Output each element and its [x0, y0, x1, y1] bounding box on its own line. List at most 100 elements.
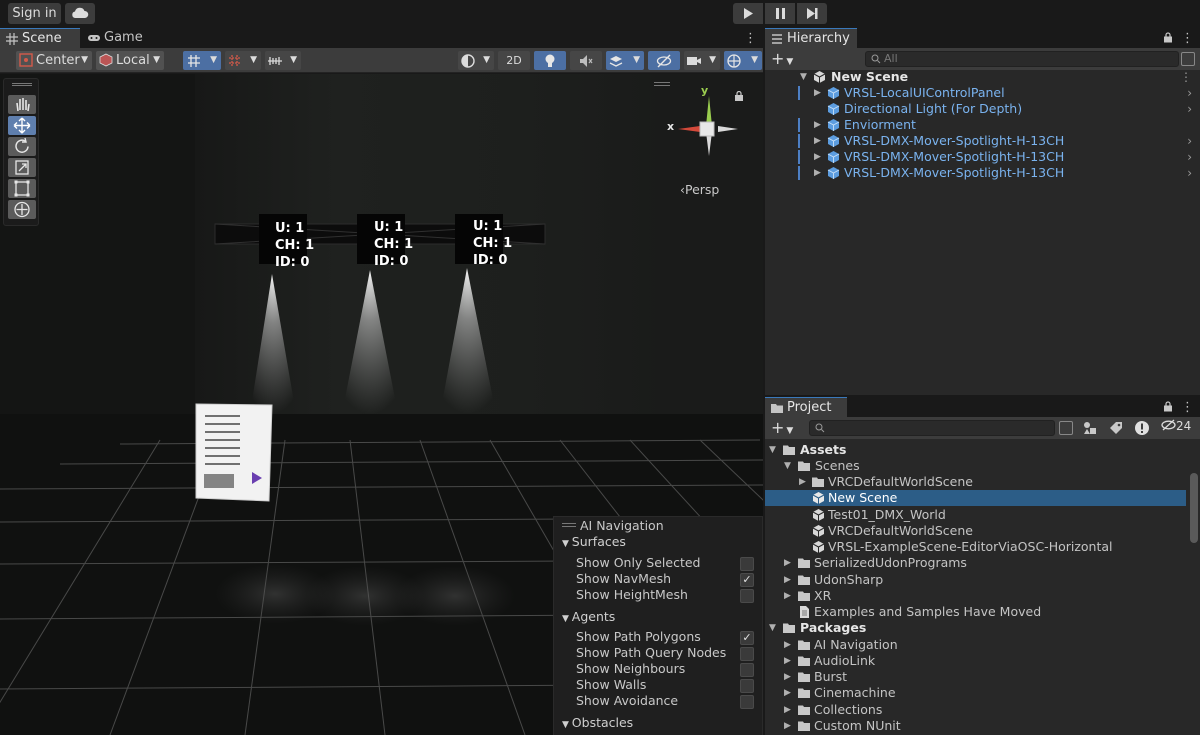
overlay-drag-handle[interactable]	[654, 82, 670, 86]
unity-scene-icon	[812, 509, 825, 521]
filter-by-type-icon[interactable]	[1083, 421, 1097, 438]
pivot-dropdown[interactable]: Center ▼	[16, 51, 92, 70]
gamepad-icon	[88, 35, 100, 41]
scene-visibility-toggle[interactable]	[648, 51, 680, 70]
rect-tool-button[interactable]	[8, 179, 36, 198]
shading-mode-dropdown[interactable]: ▼	[458, 51, 494, 70]
chevron-right-icon[interactable]: ›	[1187, 149, 1192, 165]
cloud-button[interactable]	[65, 3, 95, 24]
show-avoidance-checkbox[interactable]	[740, 695, 754, 709]
hierarchy-search-input[interactable]: All	[865, 51, 1179, 67]
tree-item-document[interactable]: Examples and Samples Have Moved	[765, 604, 1200, 620]
more-options-icon[interactable]: ⋮	[1180, 69, 1192, 85]
scale-tool-button[interactable]	[8, 158, 36, 177]
2d-mode-toggle[interactable]: 2D	[498, 51, 530, 70]
tree-item-folder[interactable]: ▶ SerializedUdonPrograms	[765, 555, 1200, 571]
lighting-toggle[interactable]	[534, 51, 566, 70]
chevron-right-icon[interactable]: ›	[1187, 85, 1192, 101]
hierarchy-item[interactable]: ▶ VRSL-DMX-Mover-Spotlight-H-13CH ›	[765, 165, 1200, 181]
more-options-icon[interactable]: ⋮	[744, 31, 757, 46]
tab-hierarchy[interactable]: Hierarchy	[765, 28, 857, 48]
create-button[interactable]: + ▼	[771, 418, 793, 437]
audio-toggle[interactable]	[570, 51, 602, 70]
show-neighbours-label: Show Neighbours	[576, 661, 686, 676]
show-walls-checkbox[interactable]	[740, 679, 754, 693]
hierarchy-item[interactable]: ▶ VRSL-DMX-Mover-Spotlight-H-13CH ›	[765, 149, 1200, 165]
drag-handle[interactable]	[12, 83, 32, 86]
show-navmesh-checkbox[interactable]: ✓	[740, 573, 754, 587]
lock-icon[interactable]	[1163, 401, 1173, 415]
effects-dropdown[interactable]: ▼	[606, 51, 644, 70]
tree-item-assets[interactable]: ▼ Assets	[765, 442, 1200, 458]
show-path-query-nodes-checkbox[interactable]	[740, 647, 754, 661]
tab-scene[interactable]: Scene	[0, 28, 80, 48]
tree-item-scene[interactable]: VRCDefaultWorldScene	[765, 523, 1200, 539]
vertical-divider[interactable]	[763, 28, 765, 735]
hierarchy-item[interactable]: ▶ VRSL-DMX-Mover-Spotlight-H-13CH ›	[765, 133, 1200, 149]
space-dropdown[interactable]: Local ▼	[96, 51, 164, 70]
hidden-packages-toggle[interactable]: 24	[1161, 419, 1191, 433]
hand-tool-button[interactable]	[8, 95, 36, 114]
gizmos-dropdown[interactable]: ▼	[724, 51, 762, 70]
warning-icon[interactable]	[1134, 420, 1150, 439]
play-button[interactable]	[733, 3, 763, 24]
hierarchy-item[interactable]: ▶ Enviorment	[765, 117, 1200, 133]
tree-item-scene[interactable]: VRSL-ExampleScene-EditorViaOSC-Horizonta…	[765, 539, 1200, 555]
chevron-right-icon[interactable]: ›	[1187, 165, 1192, 181]
lock-icon[interactable]	[734, 90, 744, 101]
tree-item-folder[interactable]: ▶ Custom NUnit	[765, 718, 1200, 734]
lock-icon[interactable]	[1163, 32, 1173, 46]
show-only-selected-checkbox[interactable]	[740, 557, 754, 571]
increment-snap-toggle[interactable]: ▼	[225, 51, 261, 70]
tree-item-scene[interactable]: Test01_DMX_World	[765, 507, 1200, 523]
show-neighbours-checkbox[interactable]	[740, 663, 754, 677]
horizontal-divider[interactable]	[765, 395, 1200, 397]
more-options-icon[interactable]: ⋮	[1181, 400, 1194, 415]
tree-item-folder[interactable]: ▶ VRCDefaultWorldScene	[765, 474, 1200, 490]
move-tool-button[interactable]	[8, 116, 36, 135]
tree-item-folder[interactable]: ▶ Burst	[765, 669, 1200, 685]
tree-item-folder[interactable]: ▶ Cinemachine	[765, 685, 1200, 701]
tree-item-selected-scene[interactable]: New Scene	[765, 490, 1186, 506]
project-scrollbar[interactable]	[1190, 473, 1198, 543]
transform-tool-button[interactable]	[8, 200, 36, 219]
sign-in-button[interactable]: Sign in	[8, 3, 61, 24]
tree-item-folder[interactable]: ▶ Collections	[765, 702, 1200, 718]
tab-game[interactable]: Game	[82, 28, 152, 48]
more-options-icon[interactable]: ⋮	[1181, 31, 1194, 46]
grid-snap-toggle[interactable]: ▼	[183, 51, 221, 70]
create-button[interactable]: + ▼	[771, 49, 793, 68]
step-button[interactable]	[797, 3, 827, 24]
tree-item-scenes[interactable]: ▼ Scenes	[765, 458, 1200, 474]
hierarchy-item[interactable]: ▶ VRSL-LocalUIControlPanel ›	[765, 85, 1200, 101]
tree-item-packages[interactable]: ▼ Packages	[765, 620, 1200, 636]
show-heightmesh-checkbox[interactable]	[740, 589, 754, 603]
show-path-polygons-checkbox[interactable]: ✓	[740, 631, 754, 645]
chevron-right-icon[interactable]: ›	[1187, 133, 1192, 149]
obstacles-foldout[interactable]: ▼ Obstacles	[562, 715, 633, 730]
rotate-tool-button[interactable]	[8, 137, 36, 156]
overlay-drag-handle[interactable]	[562, 523, 576, 527]
search-options-icon[interactable]	[1181, 52, 1195, 66]
camera-dropdown[interactable]: ▼	[684, 51, 720, 70]
ruler-snap-toggle[interactable]: ▼	[265, 51, 301, 70]
project-search-input[interactable]	[809, 420, 1055, 436]
chevron-right-icon[interactable]: ›	[1187, 101, 1192, 117]
scene-root-row[interactable]: ▼ New Scene ⋮	[765, 69, 1200, 85]
agents-foldout[interactable]: ▼ Agents	[562, 609, 615, 624]
tab-project[interactable]: Project	[765, 397, 847, 417]
persp-toggle[interactable]: ‹Persp	[680, 182, 719, 197]
search-options-icon[interactable]	[1059, 421, 1073, 435]
pause-button[interactable]	[765, 3, 795, 24]
tree-item-folder[interactable]: ▶ XR	[765, 588, 1200, 604]
scene-viewport[interactable]: U: 1 CH: 1 ID: 0 U: 1 CH: 1 ID: 0 U: 1 C…	[0, 74, 763, 735]
filter-by-label-icon[interactable]	[1109, 421, 1123, 438]
hierarchy-item-label: VRSL-DMX-Mover-Spotlight-H-13CH	[844, 149, 1065, 164]
show-navmesh-label: Show NavMesh	[576, 571, 672, 586]
scene-orientation-gizmo[interactable]: y x ‹Persp	[664, 84, 754, 204]
surfaces-foldout[interactable]: ▼ Surfaces	[562, 534, 626, 549]
tree-item-folder[interactable]: ▶ AI Navigation	[765, 637, 1200, 653]
tree-item-folder[interactable]: ▶ UdonSharp	[765, 572, 1200, 588]
tree-item-folder[interactable]: ▶ AudioLink	[765, 653, 1200, 669]
hierarchy-item[interactable]: Directional Light (For Depth) ›	[765, 101, 1200, 117]
